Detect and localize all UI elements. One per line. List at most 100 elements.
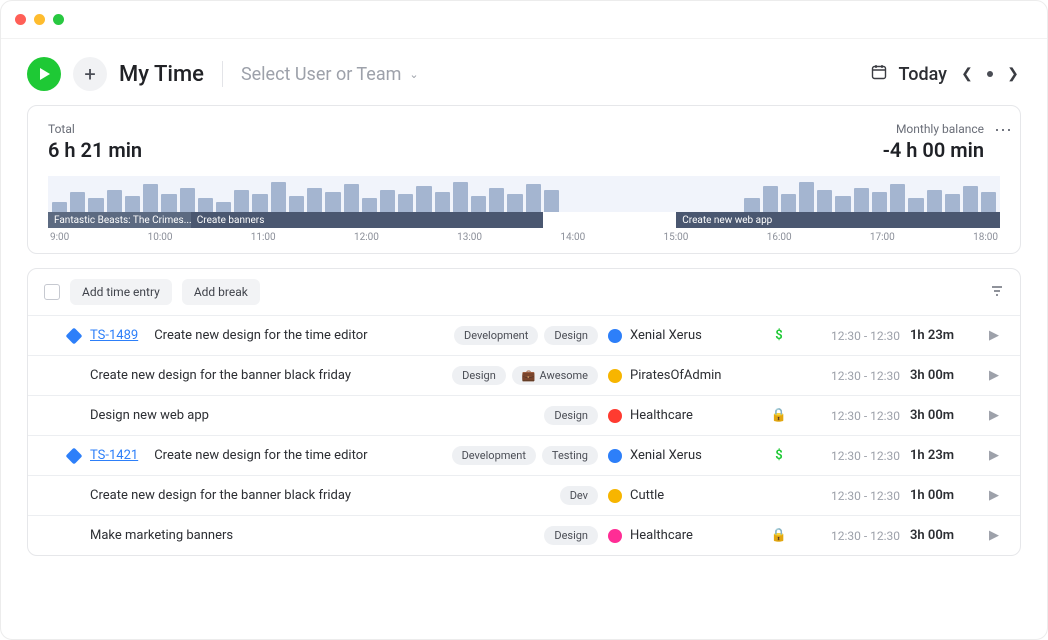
timeline-events: Fantastic Beasts: The Crimes... Create b… — [48, 212, 1000, 228]
project-name: PiratesOfAdmin — [630, 368, 721, 383]
next-period-button[interactable]: ❯ — [1005, 66, 1021, 82]
activity-bar — [927, 190, 942, 212]
project[interactable]: Cuttle — [608, 488, 758, 503]
add-button[interactable]: + — [73, 57, 107, 91]
select-user-team-dropdown[interactable]: Select User or Team ⌄ — [241, 64, 419, 85]
tag-group: Dev — [560, 486, 598, 505]
project[interactable]: Healthcare — [608, 408, 758, 423]
project[interactable]: Healthcare — [608, 528, 758, 543]
resume-entry-button[interactable]: ▶ — [984, 448, 1004, 463]
balance-block: Monthly balance -4 h 00 min — [883, 122, 984, 162]
add-time-entry-button[interactable]: Add time entry — [70, 279, 172, 305]
activity-bar — [380, 190, 395, 212]
project[interactable]: PiratesOfAdmin — [608, 368, 758, 383]
activity-bar — [52, 202, 67, 212]
duration: 3h 00m — [910, 408, 974, 423]
activity-bar — [908, 198, 923, 212]
tag[interactable]: Design — [544, 326, 598, 345]
window-maximize-dot[interactable] — [53, 14, 64, 25]
timeline-event[interactable]: Create new web app — [676, 212, 1000, 228]
tag-group: Design — [544, 406, 598, 425]
activity-bar — [252, 194, 267, 212]
tag[interactable]: Design — [544, 526, 598, 545]
activity-bar — [416, 186, 431, 212]
task-title: Create new design for the banner black f… — [90, 368, 351, 383]
today-dot-button[interactable] — [987, 71, 993, 77]
period-label[interactable]: Today — [899, 64, 948, 85]
tag[interactable]: Design — [544, 406, 598, 425]
project-color-dot — [608, 329, 622, 343]
page-title: My Time — [119, 62, 204, 87]
time-range: 12:30 - 12:30 — [800, 489, 900, 503]
entry-row[interactable]: TS-1421 Create new design for the time ed… — [28, 436, 1020, 476]
tick-label: 14:00 — [560, 232, 585, 243]
entry-row[interactable]: TS-1489 Create new design for the time ed… — [28, 316, 1020, 356]
tag[interactable]: Development — [454, 326, 538, 345]
tag[interactable]: Dev — [560, 486, 598, 505]
activity-bar — [835, 196, 850, 212]
resume-entry-button[interactable]: ▶ — [984, 528, 1004, 543]
activity-bar — [234, 190, 249, 212]
tick-label: 18:00 — [973, 232, 998, 243]
activity-bar — [435, 192, 450, 212]
duration: 1h 23m — [910, 328, 974, 343]
resume-entry-button[interactable]: ▶ — [984, 408, 1004, 423]
entry-row[interactable]: Design new web app Design Healthcare 🔒 12:30… — [28, 396, 1020, 436]
time-range: 12:30 - 12:30 — [800, 409, 900, 423]
task-title: Create new design for the time editor — [154, 328, 367, 343]
date-controls: Today ❮ ❯ — [871, 64, 1022, 85]
tag[interactable]: Design — [452, 366, 506, 385]
activity-bar — [289, 196, 304, 212]
tag[interactable]: 💼Awesome — [512, 366, 598, 385]
activity-bar — [981, 192, 996, 212]
ticket-diamond-icon — [66, 447, 83, 464]
calendar-icon[interactable] — [871, 64, 887, 84]
timeline-event[interactable]: Fantastic Beasts: The Crimes... — [48, 212, 191, 228]
project[interactable]: Xenial Xerus — [608, 448, 758, 463]
resume-entry-button[interactable]: ▶ — [984, 488, 1004, 503]
project-color-dot — [608, 369, 622, 383]
prev-period-button[interactable]: ❮ — [959, 66, 975, 82]
tag[interactable]: Testing — [542, 446, 598, 465]
add-break-button[interactable]: Add break — [182, 279, 260, 305]
activity-bar — [854, 188, 869, 212]
activity-bar — [70, 192, 85, 212]
timeline-gap — [543, 212, 676, 228]
activity-bar — [344, 184, 359, 212]
task-title: Create new design for the time editor — [154, 448, 367, 463]
play-icon — [37, 67, 51, 81]
ticket-link[interactable]: TS-1421 — [90, 448, 138, 463]
activity-bar — [143, 184, 158, 212]
window-minimize-dot[interactable] — [34, 14, 45, 25]
timeline: Fantastic Beasts: The Crimes... Create b… — [48, 176, 1000, 243]
ticket-link[interactable]: TS-1489 — [90, 328, 138, 343]
tag-group: Development Testing — [452, 446, 598, 465]
ticket-diamond-icon — [66, 327, 83, 344]
window-close-dot[interactable] — [15, 14, 26, 25]
lock-icon: 🔒 — [768, 408, 790, 423]
total-block: Total 6 h 21 min — [48, 122, 142, 162]
activity-bar — [161, 194, 176, 212]
time-range: 12:30 - 12:30 — [800, 329, 900, 343]
project[interactable]: Xenial Xerus — [608, 328, 758, 343]
tag[interactable]: Development — [452, 446, 536, 465]
resume-entry-button[interactable]: ▶ — [984, 368, 1004, 383]
tick-label: 9:00 — [50, 232, 69, 243]
sort-icon[interactable] — [990, 283, 1004, 302]
timeline-event[interactable]: Create banners — [191, 212, 543, 228]
start-timer-button[interactable] — [27, 57, 61, 91]
entry-row[interactable]: Make marketing bannersDesignHealthcare🔒1… — [28, 516, 1020, 555]
plus-icon: + — [84, 62, 95, 86]
resume-entry-button[interactable]: ▶ — [984, 328, 1004, 343]
activity-bar — [271, 182, 286, 212]
entry-row[interactable]: Create new design for the banner black f… — [28, 476, 1020, 516]
activity-bar — [945, 194, 960, 212]
card-more-button[interactable]: ⋯ — [994, 120, 1014, 141]
entry-row[interactable]: Create new design for the banner black f… — [28, 356, 1020, 396]
select-all-checkbox[interactable] — [44, 284, 60, 300]
activity-bar — [872, 192, 887, 212]
summary-header: Total 6 h 21 min Monthly balance -4 h 00… — [48, 122, 1000, 162]
project-color-dot — [608, 489, 622, 503]
time-range: 12:30 - 12:30 — [800, 529, 900, 543]
task-title: Design new web app — [90, 408, 209, 423]
